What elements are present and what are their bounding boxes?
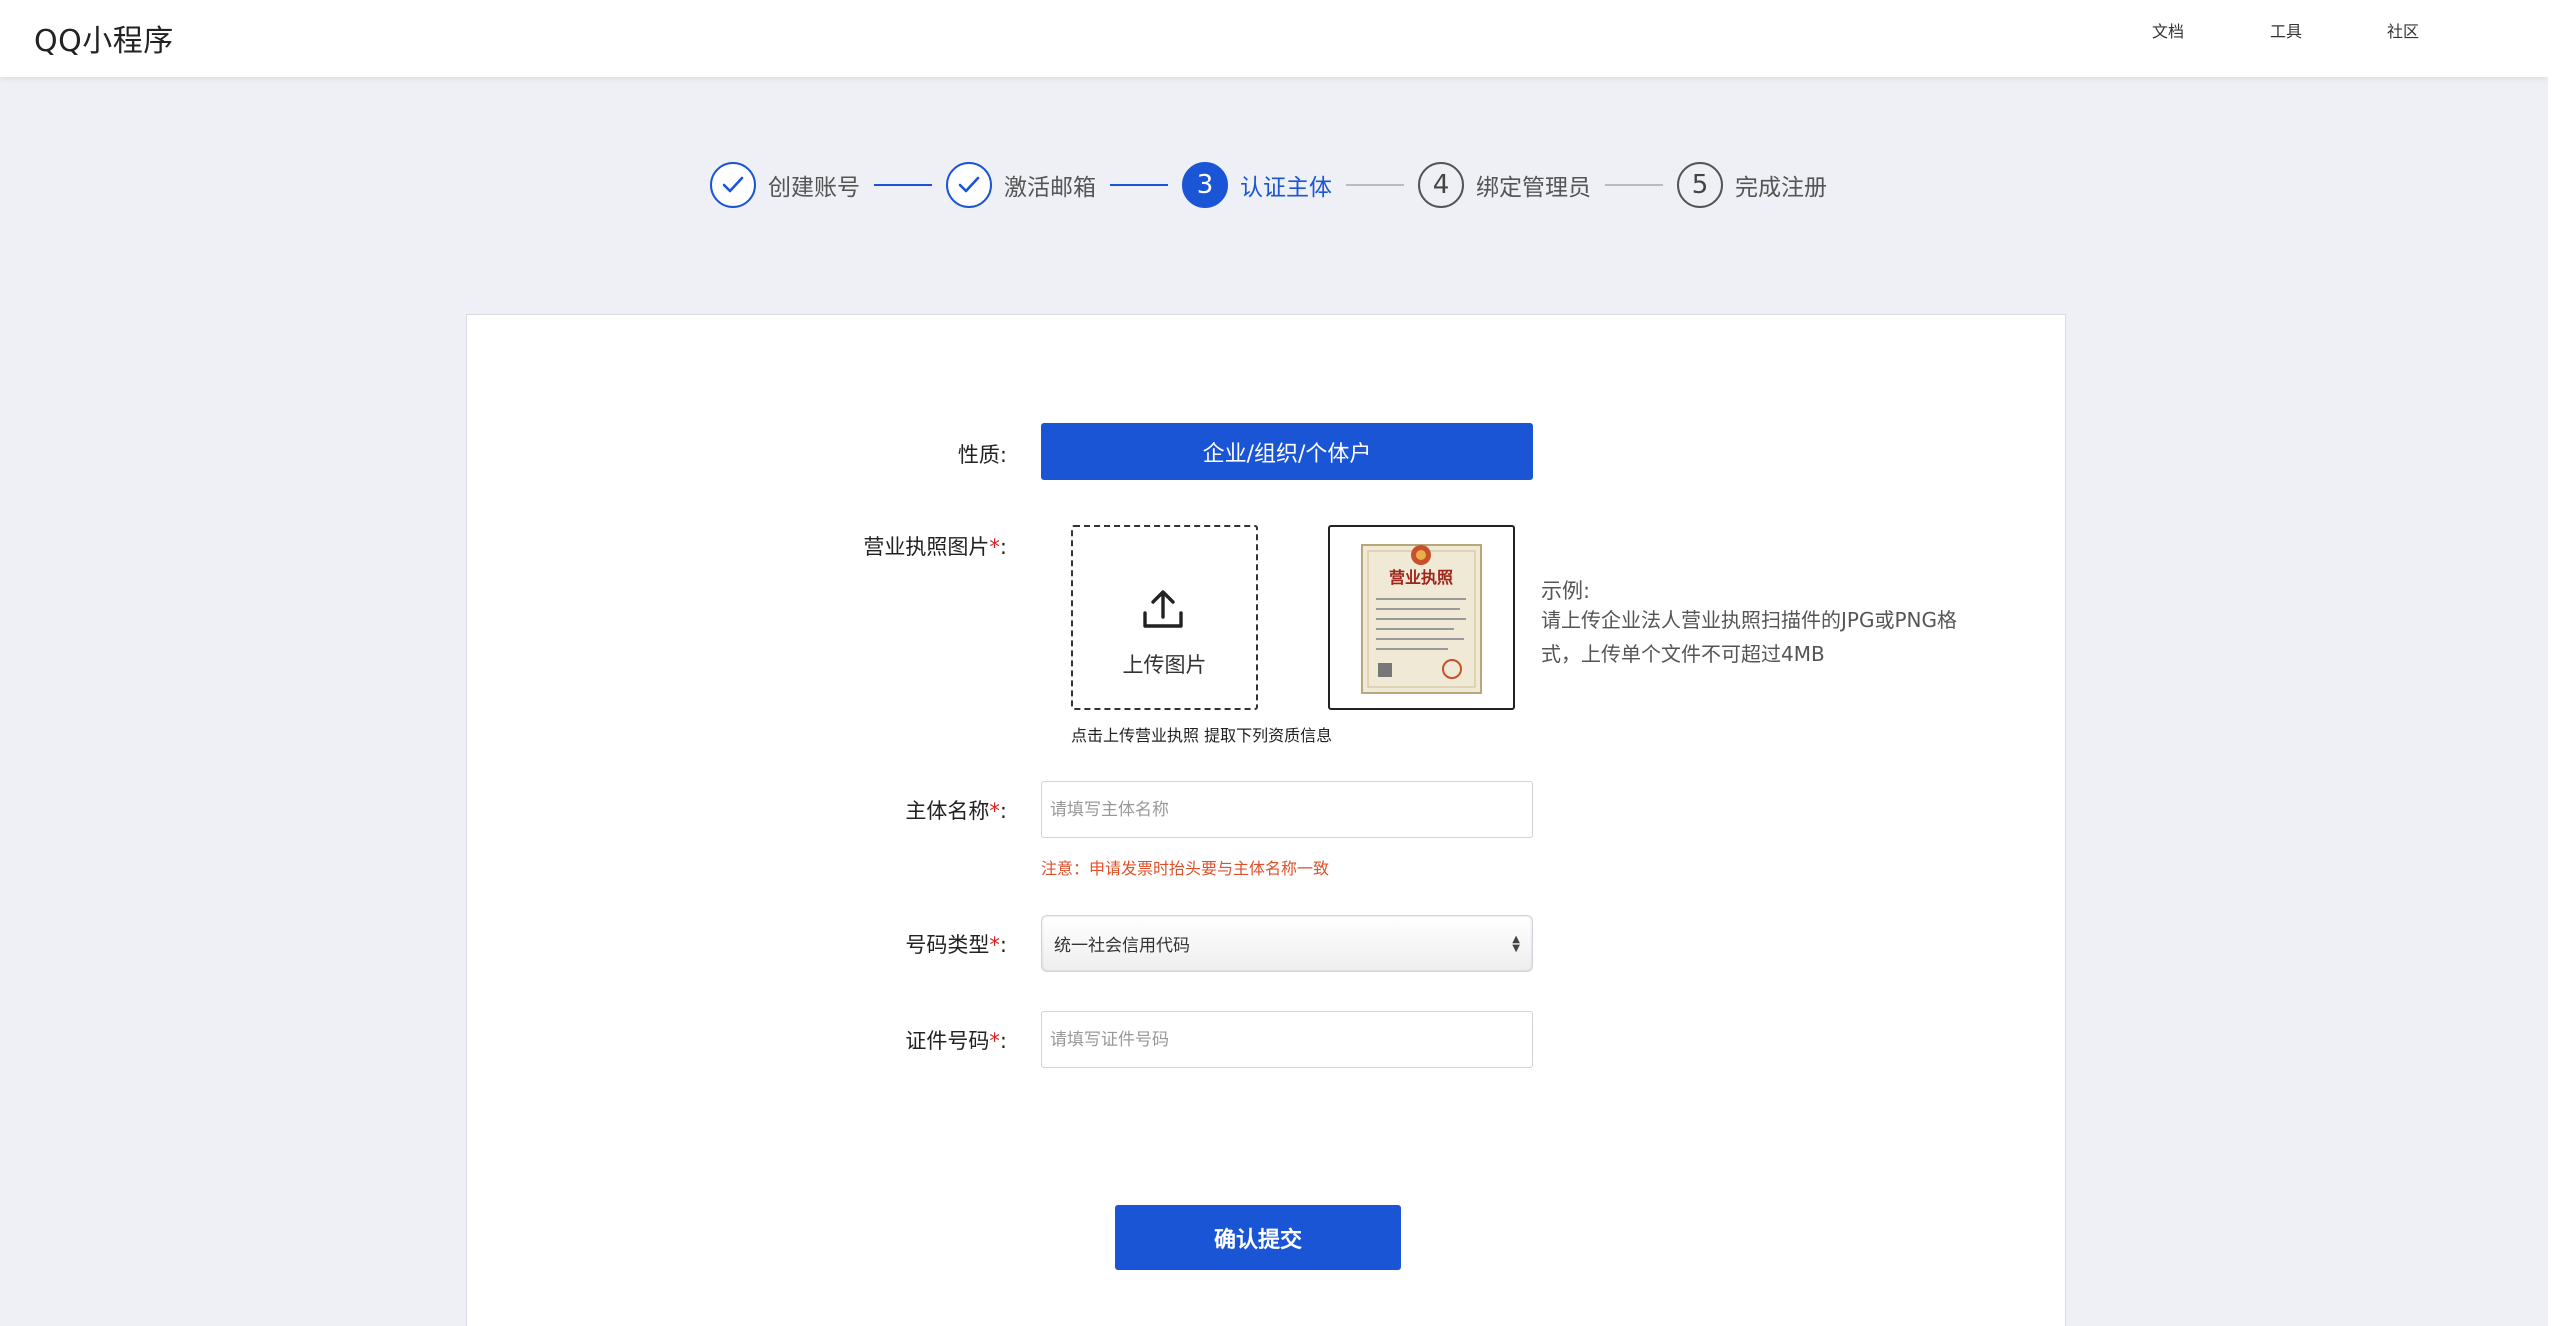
- upload-icon: [1141, 589, 1185, 629]
- step-activate-email: 激活邮箱: [946, 162, 1096, 208]
- verification-form-card: 性质: 企业/组织/个体户 营业执照图片*: 上传图片 营业执照: [466, 314, 2066, 1326]
- step-number: 3: [1182, 162, 1228, 208]
- step-label: 绑定管理员: [1476, 168, 1591, 202]
- nature-label: 性质:: [467, 439, 1007, 469]
- entity-name-label: 主体名称*:: [467, 795, 1007, 825]
- upload-label: 上传图片: [1073, 649, 1256, 679]
- select-arrows-icon: ▲▼: [1512, 935, 1520, 953]
- license-sample-illustration: 营业执照: [1330, 527, 1513, 708]
- id-number-input[interactable]: [1041, 1011, 1533, 1068]
- step-connector: [1605, 184, 1663, 186]
- step-label: 完成注册: [1735, 168, 1827, 202]
- id-number-label: 证件号码*:: [467, 1025, 1007, 1055]
- sample-description: 请上传企业法人营业执照扫描件的JPG或PNG格式，上传单个文件不可超过4MB: [1541, 603, 1991, 671]
- window-edge: [2548, 0, 2552, 1326]
- step-number: 5: [1677, 162, 1723, 208]
- step-create-account: 创建账号: [710, 162, 860, 208]
- id-type-label: 号码类型*:: [467, 929, 1007, 959]
- license-upload-button[interactable]: 上传图片: [1071, 525, 1258, 710]
- step-connector: [874, 184, 932, 186]
- nav-docs[interactable]: 文档: [2152, 18, 2184, 42]
- brand-logo[interactable]: QQ小程序: [34, 16, 174, 60]
- id-type-value: 统一社会信用代码: [1054, 931, 1512, 956]
- id-type-select[interactable]: 统一社会信用代码 ▲▼: [1041, 915, 1533, 972]
- step-bind-admin: 4 绑定管理员: [1418, 162, 1591, 208]
- nav-tools[interactable]: 工具: [2270, 18, 2302, 42]
- submit-button[interactable]: 确认提交: [1115, 1205, 1401, 1270]
- nature-select-button[interactable]: 企业/组织/个体户: [1041, 423, 1533, 480]
- step-verify-entity: 3 认证主体: [1182, 162, 1332, 208]
- registration-steps: 创建账号 激活邮箱 3 认证主体 4 绑定管理员 5 完成注册: [710, 160, 1827, 210]
- license-label: 营业执照图片*:: [467, 531, 1007, 561]
- step-complete: 5 完成注册: [1677, 162, 1827, 208]
- step-number: 4: [1418, 162, 1464, 208]
- step-label: 创建账号: [768, 168, 860, 202]
- step-connector: [1346, 184, 1404, 186]
- step-label: 认证主体: [1240, 168, 1332, 202]
- license-sample-image: 营业执照: [1328, 525, 1515, 710]
- step-label: 激活邮箱: [1004, 168, 1096, 202]
- entity-name-input[interactable]: [1041, 781, 1533, 838]
- step-connector: [1110, 184, 1168, 186]
- upload-hint: 点击上传营业执照 提取下列资质信息: [1071, 722, 1332, 746]
- sample-title: 示例:: [1541, 575, 1590, 605]
- top-bar: QQ小程序 文档 工具 社区: [0, 0, 2548, 77]
- check-icon: [946, 162, 992, 208]
- nav-community[interactable]: 社区: [2387, 18, 2419, 42]
- check-icon: [710, 162, 756, 208]
- sample-stamp-text: 营业执照: [1389, 568, 1453, 587]
- entity-name-note: 注意：申请发票时抬头要与主体名称一致: [1041, 855, 1329, 879]
